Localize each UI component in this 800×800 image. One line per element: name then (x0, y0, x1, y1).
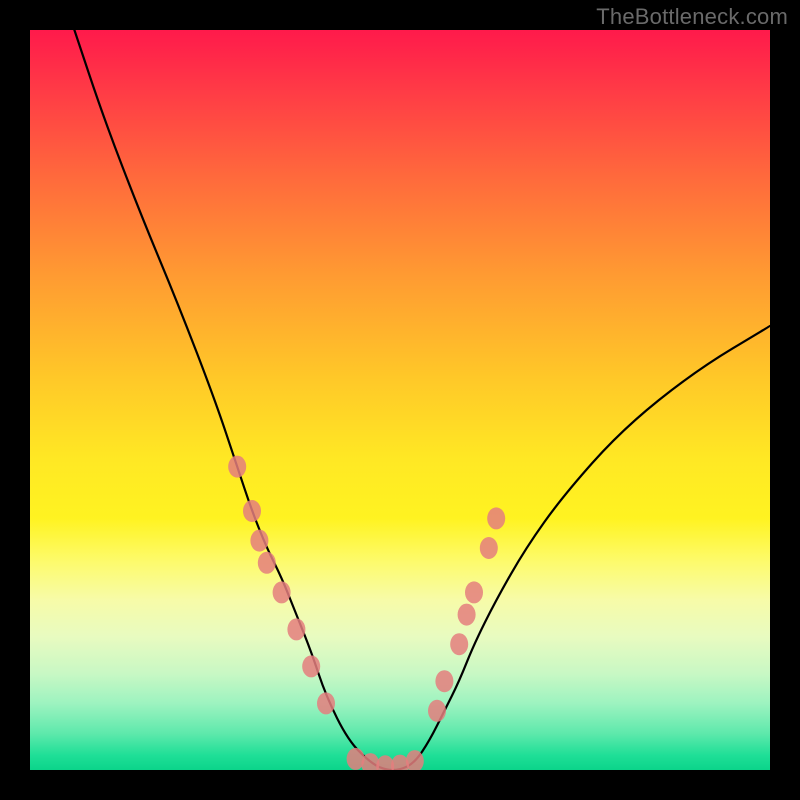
bottleneck-curve (74, 30, 770, 770)
marker-dot (250, 530, 268, 552)
chart-frame: TheBottleneck.com (0, 0, 800, 800)
marker-dot (287, 618, 305, 640)
marker-dot (317, 692, 335, 714)
marker-dot (428, 700, 446, 722)
marker-dot (487, 507, 505, 529)
watermark-label: TheBottleneck.com (596, 4, 788, 30)
marker-dot (258, 552, 276, 574)
data-markers (228, 456, 505, 770)
marker-dot (243, 500, 261, 522)
marker-dot (435, 670, 453, 692)
marker-dot (228, 456, 246, 478)
marker-dot (273, 581, 291, 603)
marker-dot (480, 537, 498, 559)
chart-svg (30, 30, 770, 770)
marker-dot (465, 581, 483, 603)
marker-dot (302, 655, 320, 677)
marker-dot (458, 604, 476, 626)
plot-area (30, 30, 770, 770)
marker-dot (450, 633, 468, 655)
